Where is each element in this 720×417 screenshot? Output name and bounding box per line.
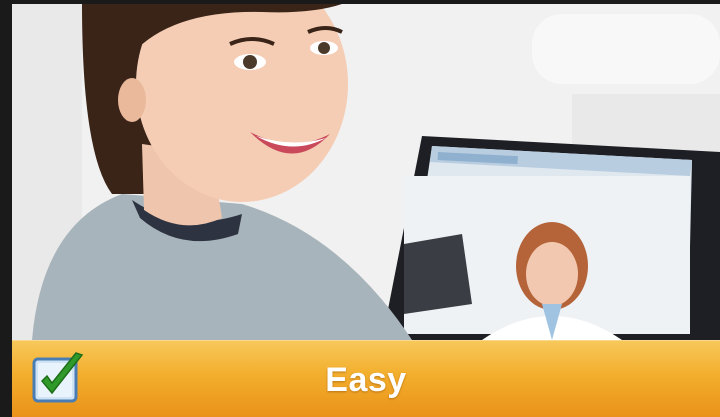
caption-banner: Easy xyxy=(12,340,720,417)
hero-photo xyxy=(12,4,720,340)
banner-label: Easy xyxy=(325,361,407,399)
hero-illustration xyxy=(12,4,720,340)
slide-frame: Easy xyxy=(0,0,720,417)
laptop xyxy=(382,136,720,340)
